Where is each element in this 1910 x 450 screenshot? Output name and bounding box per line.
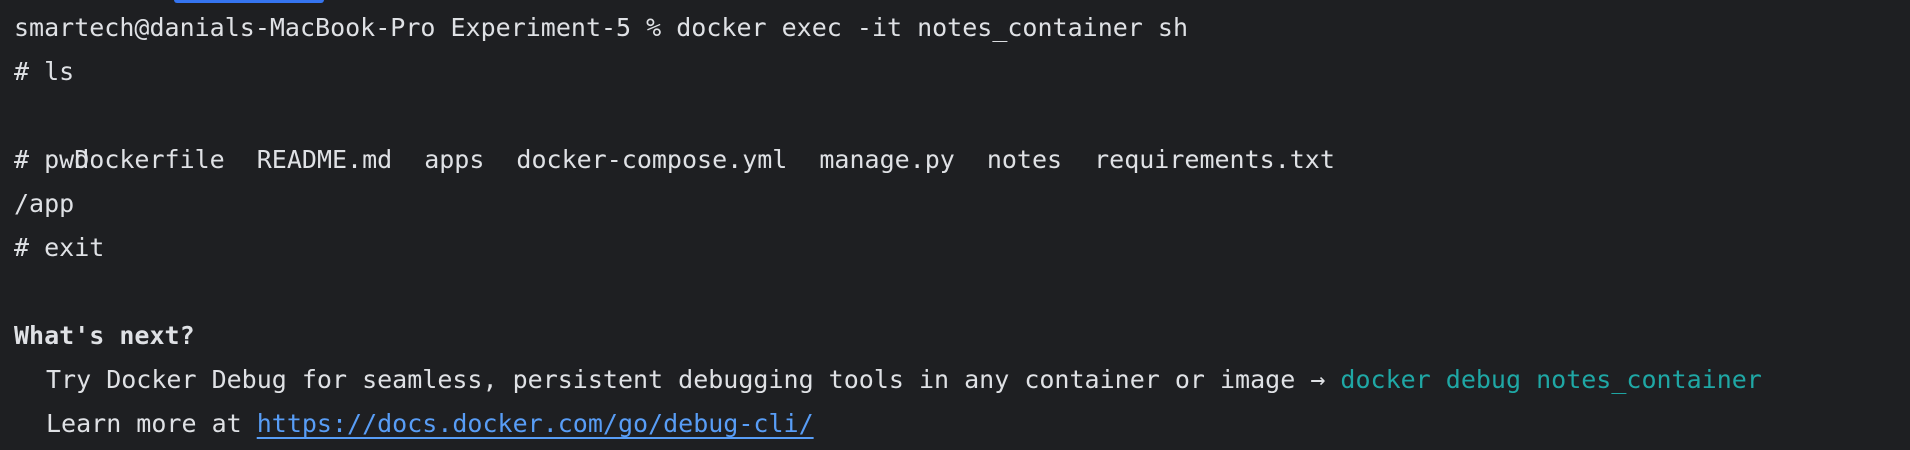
whats-next-heading: What's next? [14,321,195,350]
debug-cli-docs-link[interactable]: https://docs.docker.com/go/debug-cli/ [257,409,814,438]
ls-item: Dockerfile [74,145,225,174]
debug-command: docker debug notes_container [1340,365,1762,394]
ls-item: docker-compose.yml [516,145,788,174]
ls-item: manage.py [819,145,955,174]
learn-more-line: Learn more at https://docs.docker.com/go… [14,402,1910,446]
ls-item: requirements.txt [1094,145,1335,174]
debug-hint-text: Try Docker Debug for seamless, persisten… [46,365,1341,394]
command-exit: # exit [14,233,105,262]
terminal-window[interactable]: smartech@danials-MacBook-Pro Experiment-… [0,0,1910,450]
ls-item: README.md [256,145,393,174]
pwd-output: /app [14,189,75,218]
active-tab-indicator [174,0,324,3]
ls-output: Dockerfile README.md apps docker-compose.ym… [14,94,1910,174]
prompt-line: smartech@danials-MacBook-Pro Experiment-… [14,13,1188,42]
learn-more-text: Learn more at [46,409,257,438]
debug-hint-line: Try Docker Debug for seamless, persisten… [14,358,1910,402]
command-ls: # ls [14,57,75,86]
ls-item: apps [424,145,485,174]
ls-item: notes [986,145,1063,174]
